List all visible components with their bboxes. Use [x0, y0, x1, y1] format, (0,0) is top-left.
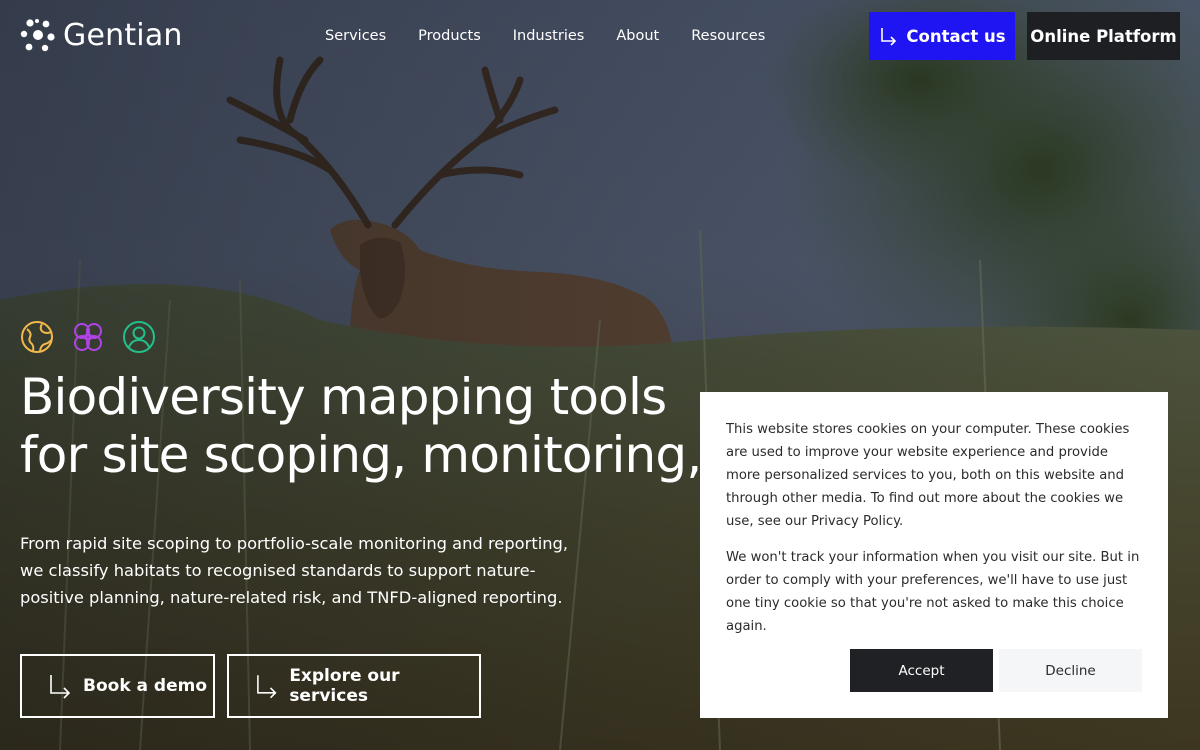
book-demo-label: Book a demo	[83, 676, 208, 696]
cookie-buttons: Accept Decline	[850, 649, 1142, 692]
hero-subtitle-line-1: From rapid site scoping to portfolio-sca…	[20, 534, 569, 553]
hero-subtitle: From rapid site scoping to portfolio-sca…	[20, 530, 569, 611]
gentian-flower-logo-icon	[20, 19, 55, 52]
arrow-down-right-icon	[50, 675, 71, 699]
nav-item-resources[interactable]: Resources	[691, 27, 765, 45]
online-platform-button[interactable]: Online Platform	[1027, 12, 1180, 60]
nav-item-products[interactable]: Products	[418, 27, 481, 45]
online-platform-label: Online Platform	[1030, 26, 1177, 46]
page: Gentian Services Products Industries Abo…	[0, 0, 1200, 750]
main-nav: Services Products Industries About Resou…	[325, 27, 765, 45]
contact-us-label: Contact us	[906, 26, 1006, 46]
cookie-consent-banner: This website stores cookies on your comp…	[700, 392, 1168, 718]
cookie-text-2: We won't track your information when you…	[726, 550, 1140, 634]
brand-name: Gentian	[63, 17, 183, 53]
nav-item-services[interactable]: Services	[325, 27, 386, 45]
flower-icon	[74, 323, 102, 351]
nav-item-about[interactable]: About	[616, 27, 659, 45]
cookie-text-1: This website stores cookies on your comp…	[726, 422, 1130, 529]
brand-logo[interactable]: Gentian	[20, 17, 183, 53]
hero-subtitle-line-2: we classify habitats to recognised stand…	[20, 561, 536, 580]
explore-services-button[interactable]: Explore our services	[227, 654, 481, 718]
arrow-down-right-icon	[881, 28, 897, 46]
accept-cookies-button[interactable]: Accept	[850, 649, 993, 692]
hero-subtitle-line-3: positive planning, nature-related risk, …	[20, 588, 563, 607]
globe-icon	[21, 321, 53, 353]
feature-icons	[20, 320, 173, 354]
explore-services-label: Explore our services	[289, 666, 400, 706]
arrow-down-right-icon	[257, 675, 277, 699]
contact-us-button[interactable]: Contact us	[869, 12, 1015, 60]
book-demo-button[interactable]: Book a demo	[20, 654, 215, 718]
nav-item-industries[interactable]: Industries	[513, 27, 585, 45]
person-icon	[123, 321, 155, 353]
decline-cookies-button[interactable]: Decline	[999, 649, 1142, 692]
